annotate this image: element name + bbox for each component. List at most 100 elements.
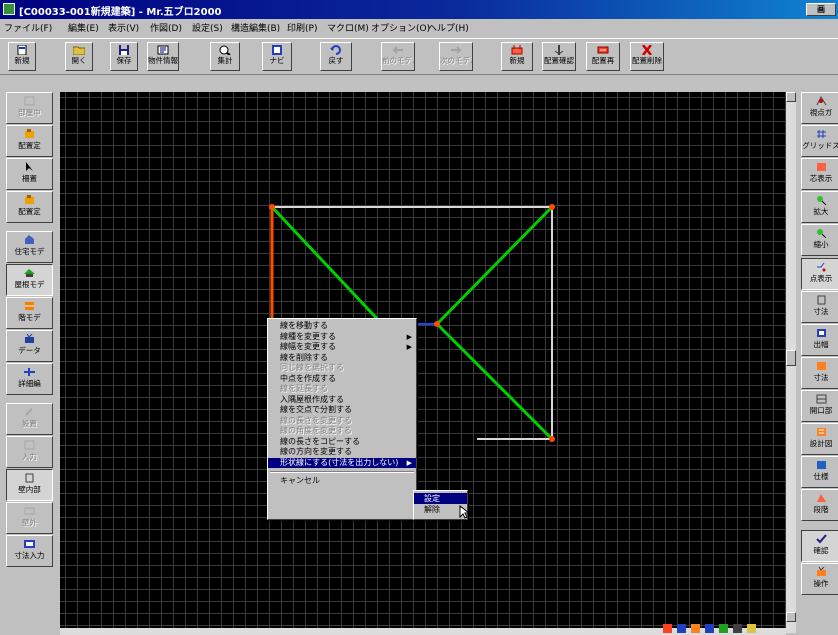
spec-icon [816, 461, 826, 469]
right-btn-stage[interactable]: 段階 [801, 489, 838, 521]
menu-bar: ファイル(F) 編集(E) 表示(V) 作図(D) 設定(S) 構造編集(B) … [0, 19, 838, 36]
layout-check-icon [554, 45, 564, 55]
left-btn-2[interactable]: 配置定 [6, 125, 53, 157]
menu-structure[interactable]: 構造編集(B) [231, 21, 280, 34]
menu-edit[interactable]: 編集(E) [68, 21, 99, 34]
ctx-cancel[interactable]: キャンセル [268, 476, 416, 487]
viewpoint-icon [816, 96, 826, 106]
right-btn-core[interactable]: 芯表示 [801, 158, 838, 190]
menu-draw[interactable]: 作図(D) [150, 21, 182, 34]
menu-view[interactable]: 表示(V) [108, 21, 139, 34]
ctx-delete-line[interactable]: 線を削除する [268, 353, 416, 364]
layout-delete-button[interactable]: 配置削除 [630, 42, 664, 71]
navi-button[interactable]: ナビ [262, 42, 292, 71]
right-btn-overhang[interactable]: 出幅 [801, 324, 838, 356]
right-btn-grid[interactable]: グリッドス [801, 125, 838, 157]
right-btn-zoom-out[interactable]: 縮小 [801, 224, 838, 256]
left-btn-5[interactable]: 住宅モデ [6, 231, 53, 263]
right-tool-panel: 視点ガ グリッドス 芯表示 拡大 縮小 点表示 寸法 出幅 寸法 開口部 設計図 [797, 92, 838, 632]
open-button[interactable]: 開く [65, 42, 93, 71]
ctx-split-at-intersection[interactable]: 線を交点で分割する [268, 405, 416, 416]
dimension-input-icon [24, 540, 35, 548]
menu-print[interactable]: 印刷(P) [287, 21, 317, 34]
ctx-copy-length[interactable]: 線の長さをコピーする [268, 437, 416, 448]
layout-redo-button[interactable]: 配置再 [586, 42, 620, 71]
ctx-change-length[interactable]: 線の長さを変更する [268, 416, 416, 427]
status-icon [719, 624, 728, 633]
left-btn-10[interactable]: 設置 [6, 403, 53, 435]
right-btn-viewpoint[interactable]: 視点ガ [801, 92, 838, 124]
menu-help[interactable]: ヘルプ(H) [428, 21, 469, 34]
ctx-change-angle[interactable]: 線の角度を変更する [268, 426, 416, 437]
scroll-down-button[interactable] [786, 612, 796, 622]
scroll-up-button[interactable] [786, 92, 796, 102]
left-btn-6[interactable]: 屋根モデ [6, 264, 53, 296]
left-btn-11[interactable]: 入力 [6, 436, 53, 468]
left-btn-13[interactable]: 壁外 [6, 502, 53, 534]
open-folder-icon [73, 46, 85, 55]
right-btn-dim[interactable]: 寸法 [801, 291, 838, 323]
window-control[interactable]: 画 [806, 3, 836, 16]
status-icon [691, 624, 700, 633]
left-btn-7[interactable]: 階モデ [6, 297, 53, 329]
menu-macro[interactable]: マクロ(M) [327, 21, 369, 34]
new-layout-button[interactable]: 新規 [501, 42, 533, 71]
dimension-color-icon [816, 362, 826, 370]
place-icon [25, 129, 34, 138]
ctx-shape-line[interactable]: 形状線にする(寸法を出力しない) ▶ [268, 457, 416, 468]
hip-line-top-right[interactable] [435, 205, 554, 326]
mouse-cursor-icon [459, 505, 469, 519]
left-btn-12[interactable]: 壁内部 [6, 469, 53, 501]
ctx-change-linewidth[interactable]: 線幅を変更する ▶ [268, 342, 416, 353]
right-btn-opening[interactable]: 開口部 [801, 390, 838, 422]
square-icon [24, 96, 35, 106]
new-button[interactable]: 新規 [8, 42, 36, 71]
right-btn-points[interactable]: 点表示 [801, 258, 838, 290]
right-btn-confirm[interactable]: 確認 [801, 530, 838, 562]
save-button[interactable]: 保存 [110, 42, 138, 71]
right-btn-operation[interactable]: 操作 [801, 563, 838, 595]
hip-line-top-left[interactable] [270, 205, 384, 326]
ctx-create-midpoint[interactable]: 中点を作成する [268, 374, 416, 385]
vertex-point[interactable] [549, 436, 555, 442]
right-btn-design[interactable]: 設計図 [801, 423, 838, 455]
right-btn-spec[interactable]: 仕様 [801, 456, 838, 488]
undo-button[interactable]: 戻す [320, 42, 352, 71]
left-tool-panel: 部屋中 配置定 柵置 配置定 住宅モデ 屋根モデ 階モデ データ 詳細編 設置 … [6, 92, 54, 632]
ctx-select-same[interactable]: 同じ線を選択する [268, 363, 416, 374]
vertical-scrollbar[interactable] [786, 92, 796, 633]
submenu-set[interactable]: 設定 [414, 493, 467, 504]
zoom-out-icon [816, 229, 826, 238]
ctx-move-line[interactable]: 線を移動する [268, 321, 416, 332]
install-icon [25, 408, 33, 416]
hip-line-bottom-right[interactable] [435, 322, 554, 441]
ctx-extend-line[interactable]: 線を延長する [268, 384, 416, 395]
menu-separator [270, 471, 414, 473]
delete-x-icon [642, 45, 652, 55]
left-btn-3[interactable]: 柵置 [6, 158, 53, 190]
left-btn-4[interactable]: 配置定 [6, 191, 53, 223]
calc-button[interactable]: 集計 [210, 42, 240, 71]
left-btn-8[interactable]: データ [6, 330, 53, 362]
left-btn-1[interactable]: 部屋中 [6, 92, 53, 124]
status-icons [663, 624, 756, 633]
ctx-change-linetype[interactable]: 線種を変更する ▶ [268, 332, 416, 343]
properties-button[interactable]: 物件情報 [147, 42, 179, 71]
menu-option[interactable]: オプション(O) [371, 21, 430, 34]
scroll-thumb[interactable] [786, 350, 796, 366]
menu-file[interactable]: ファイル(F) [4, 21, 52, 34]
vertex-point[interactable] [434, 321, 440, 327]
confirm-icon [815, 534, 827, 544]
vertex-point[interactable] [269, 204, 275, 210]
left-btn-9[interactable]: 詳細編 [6, 363, 53, 395]
layout-check-button[interactable]: 配置確認 [542, 42, 576, 71]
right-btn-dim2[interactable]: 寸法 [801, 357, 838, 389]
ctx-change-direction[interactable]: 線の方向を変更する [268, 447, 416, 458]
vertex-point[interactable] [549, 204, 555, 210]
right-btn-zoom-in[interactable]: 拡大 [801, 191, 838, 223]
next-model-button[interactable]: 次のモデル [439, 42, 473, 71]
left-btn-14[interactable]: 寸法入力 [6, 535, 53, 567]
ctx-create-valley-roof[interactable]: 入隅屋根作成する [268, 395, 416, 406]
prev-model-button[interactable]: 前のモデル [381, 42, 415, 71]
menu-settings[interactable]: 設定(S) [192, 21, 223, 34]
